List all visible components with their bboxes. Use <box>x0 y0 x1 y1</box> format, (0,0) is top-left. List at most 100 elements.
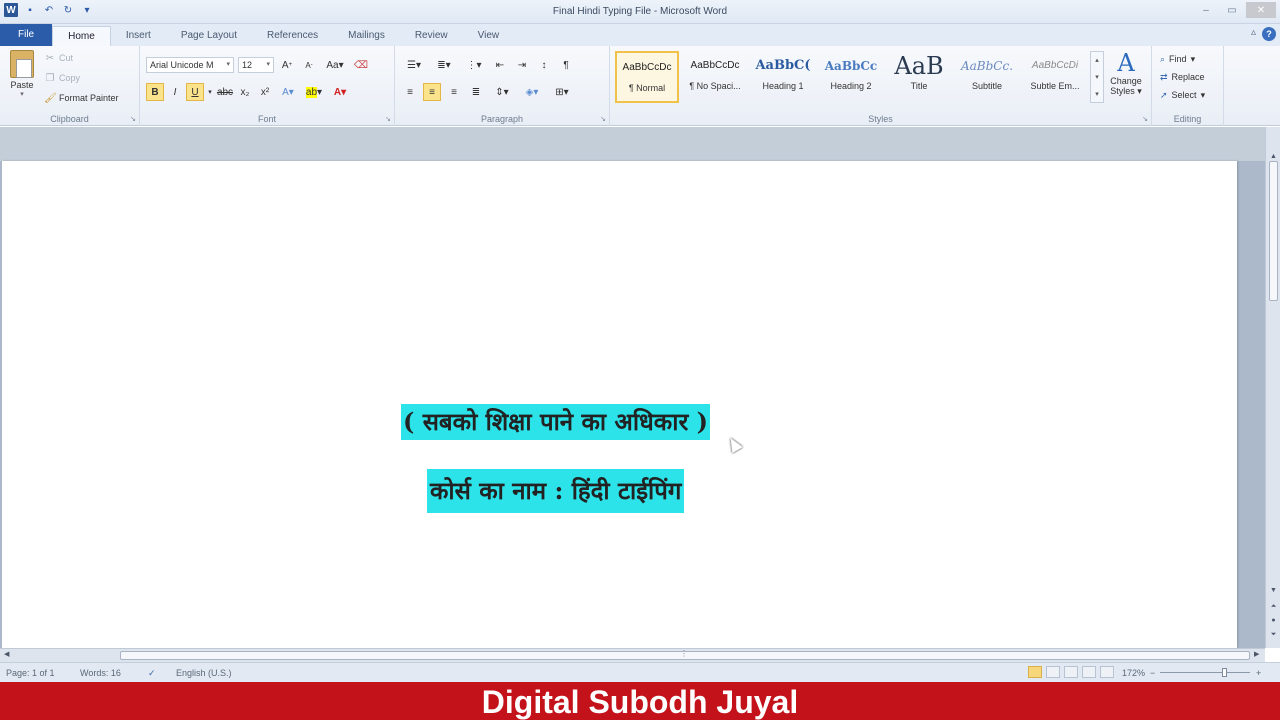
replace-button[interactable]: ⇄ Replace <box>1160 68 1205 86</box>
style-no-spacing-sample: AaBbCcDc <box>690 60 740 71</box>
tab-review[interactable]: Review <box>400 26 463 46</box>
styles-scroll[interactable]: ▴ ▾ ▾ <box>1090 51 1104 103</box>
underline-dropdown-icon[interactable]: ▾ <box>206 83 214 101</box>
clear-formatting-icon[interactable]: ⌫ <box>352 56 370 74</box>
select-button[interactable]: ➚ Select ▾ <box>1160 86 1205 104</box>
italic-button[interactable]: I <box>166 83 184 101</box>
draft-view-icon[interactable] <box>1100 666 1114 678</box>
cut-button[interactable]: ✂ Cut <box>44 51 119 65</box>
style-subtitle-label: Subtitle <box>971 81 1003 91</box>
previous-page-icon[interactable]: ⏶ <box>1266 603 1280 615</box>
font-color-icon[interactable]: A▾ <box>328 83 352 101</box>
scissors-icon: ✂ <box>45 52 55 64</box>
chevron-up-icon[interactable]: ▴ <box>1095 56 1099 64</box>
copy-button[interactable]: ❐ Copy <box>44 71 119 85</box>
style-subtle-emphasis[interactable]: AaBbCcDi Subtle Em... <box>1023 51 1087 103</box>
style-title[interactable]: AaB Title <box>887 51 951 103</box>
proofing-icon[interactable]: ✓ <box>148 668 156 679</box>
tab-mailings[interactable]: Mailings <box>333 26 400 46</box>
paste-button[interactable]: Paste ▾ <box>6 50 38 98</box>
bullets-icon[interactable]: ☰▾ <box>401 56 427 74</box>
zoom-level[interactable]: 172% <box>1122 668 1145 678</box>
superscript-button[interactable]: x² <box>256 83 274 101</box>
font-launcher-icon[interactable]: ↘ <box>385 115 391 123</box>
borders-icon[interactable]: ⊞▾ <box>549 83 575 101</box>
font-size-select[interactable]: 12 ▾ <box>238 57 274 73</box>
document-page[interactable]: ( सबको शिक्षा पाने का अधिकार ) कोर्स का … <box>2 161 1237 648</box>
align-left-icon[interactable]: ≡ <box>401 83 419 101</box>
shrink-font-icon[interactable]: A- <box>300 56 318 74</box>
tab-file[interactable]: File <box>0 24 53 46</box>
status-bar: Page: 1 of 1 Words: 16 ✓ English (U.S.) … <box>0 662 1280 682</box>
language-indicator[interactable]: English (U.S.) <box>176 668 232 678</box>
scroll-down-icon[interactable]: ▼ <box>1266 587 1280 599</box>
styles-group: AaBbCcDc ¶ Normal AaBbCcDc ¶ No Spaci...… <box>610 46 1152 126</box>
align-right-icon[interactable]: ≡ <box>445 83 463 101</box>
word-count[interactable]: Words: 16 <box>80 668 121 678</box>
paragraph-launcher-icon[interactable]: ↘ <box>600 115 606 123</box>
clipboard-launcher-icon[interactable]: ↘ <box>130 115 136 123</box>
decrease-indent-icon[interactable]: ⇤ <box>491 56 509 74</box>
zoom-slider-knob[interactable] <box>1222 668 1227 677</box>
justify-icon[interactable]: ≣ <box>467 83 485 101</box>
zoom-slider[interactable] <box>1160 668 1250 677</box>
vertical-scroll-thumb[interactable] <box>1269 161 1278 301</box>
increase-indent-icon[interactable]: ⇥ <box>513 56 531 74</box>
next-page-icon[interactable]: ⏷ <box>1266 631 1280 643</box>
strikethrough-button[interactable]: abc <box>216 83 234 101</box>
tab-home[interactable]: Home <box>52 26 111 46</box>
print-layout-view-icon[interactable] <box>1028 666 1042 678</box>
change-styles-button[interactable]: A Change Styles ▾ <box>1106 50 1146 96</box>
change-case-icon[interactable]: Aa▾ <box>322 56 348 74</box>
scroll-right-icon[interactable]: ▶ <box>1254 650 1259 658</box>
style-heading-1-sample: AaBbC( <box>755 58 811 73</box>
style-heading-1[interactable]: AaBbC( Heading 1 <box>751 51 815 103</box>
styles-more-icon[interactable]: ▾ <box>1095 90 1099 98</box>
tab-page-layout[interactable]: Page Layout <box>166 26 252 46</box>
outline-view-icon[interactable] <box>1082 666 1096 678</box>
underline-button[interactable]: U <box>186 83 204 101</box>
format-painter-button[interactable]: 🖌 Format Painter <box>44 91 119 105</box>
align-center-icon[interactable]: ≡ <box>423 83 441 101</box>
document-line-2[interactable]: कोर्स का नाम : हिंदी टाईपिंग <box>427 469 685 513</box>
line-spacing-icon[interactable]: ⇕▾ <box>489 83 515 101</box>
style-subtitle[interactable]: AaBbCc. Subtitle <box>955 51 1019 103</box>
bold-button[interactable]: B <box>146 83 164 101</box>
style-no-spacing[interactable]: AaBbCcDc ¶ No Spaci... <box>683 51 747 103</box>
show-formatting-icon[interactable]: ¶ <box>557 56 575 74</box>
styles-launcher-icon[interactable]: ↘ <box>1142 115 1148 123</box>
maximize-button[interactable]: ▭ <box>1220 2 1244 18</box>
full-screen-reading-view-icon[interactable] <box>1046 666 1060 678</box>
style-heading-2[interactable]: AaBbCc Heading 2 <box>819 51 883 103</box>
vertical-scrollbar[interactable]: ▲ ▼ ⏶ ● ⏷ <box>1265 127 1280 648</box>
text-effects-icon[interactable]: A▾ <box>276 83 300 101</box>
web-layout-view-icon[interactable] <box>1064 666 1078 678</box>
find-button[interactable]: ⌕ Find ▾ <box>1160 50 1205 68</box>
help-icon[interactable]: ? <box>1262 27 1276 41</box>
copy-icon: ❐ <box>45 72 55 84</box>
tab-view[interactable]: View <box>463 26 515 46</box>
font-family-select[interactable]: Arial Unicode M ▾ <box>146 57 234 73</box>
minimize-ribbon-icon[interactable]: ▵ <box>1251 27 1256 41</box>
select-browse-object-icon[interactable]: ● <box>1266 617 1280 629</box>
format-painter-label: Format Painter <box>59 93 119 103</box>
highlight-color-icon[interactable]: ab ▾ <box>302 83 326 101</box>
close-button[interactable]: ✕ <box>1246 2 1276 18</box>
shading-icon[interactable]: ◈▾ <box>519 83 545 101</box>
grow-font-icon[interactable]: A + <box>278 56 296 74</box>
multilevel-list-icon[interactable]: ⋮▾ <box>461 56 487 74</box>
chevron-down-icon[interactable]: ▾ <box>1095 73 1099 81</box>
document-line-1[interactable]: ( सबको शिक्षा पाने का अधिकार ) <box>401 404 710 440</box>
zoom-in-icon[interactable]: + <box>1256 668 1261 678</box>
sort-icon[interactable]: ↕ <box>535 56 553 74</box>
style-normal[interactable]: AaBbCcDc ¶ Normal <box>615 51 679 103</box>
tab-references[interactable]: References <box>252 26 333 46</box>
tab-insert[interactable]: Insert <box>111 26 166 46</box>
subscript-button[interactable]: x₂ <box>236 83 254 101</box>
minimize-button[interactable]: – <box>1194 2 1218 18</box>
zoom-out-icon[interactable]: − <box>1150 668 1155 678</box>
page-count[interactable]: Page: 1 of 1 <box>6 668 55 678</box>
scroll-left-icon[interactable]: ◀ <box>4 650 9 658</box>
numbering-icon[interactable]: ≣▾ <box>431 56 457 74</box>
horizontal-scrollbar[interactable]: ◀ ⋮ ▶ <box>0 648 1265 662</box>
